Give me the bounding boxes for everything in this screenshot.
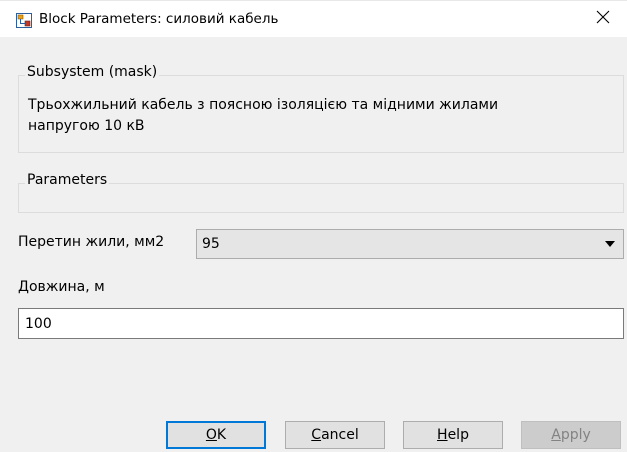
cross-section-value: 95 <box>202 236 220 252</box>
help-button-label: elp <box>447 427 469 443</box>
title-bar[interactable]: Block Parameters: силовий кабель <box>0 1 627 37</box>
help-button-mnemonic: H <box>437 427 448 443</box>
chevron-down-icon <box>605 241 615 247</box>
mask-group-legend: Subsystem (mask) <box>25 64 160 80</box>
description-line-1: Трьохжильний кабель з поясною ізоляцією … <box>28 97 499 113</box>
apply-button-mnemonic: A <box>551 427 561 443</box>
apply-button-label: pply <box>560 427 591 443</box>
length-input[interactable] <box>18 308 624 339</box>
length-label: Довжина, м <box>18 279 105 295</box>
cancel-button-label: ancel <box>321 427 359 443</box>
window-title: Block Parameters: силовий кабель <box>39 11 279 27</box>
parameters-group-legend: Parameters <box>25 172 110 188</box>
close-icon <box>596 10 610 28</box>
cross-section-label: Перетин жили, мм2 <box>18 234 165 250</box>
block-parameters-dialog: Block Parameters: силовий кабель Subsyst… <box>0 0 627 452</box>
description-line-2: напругою 10 кВ <box>28 118 145 134</box>
cancel-button-mnemonic: C <box>311 427 322 443</box>
cross-section-dropdown[interactable]: 95 <box>196 229 624 259</box>
simulink-block-icon <box>16 13 32 28</box>
ok-button-mnemonic: O <box>205 427 217 443</box>
ok-button[interactable]: OK <box>166 421 266 449</box>
cancel-button[interactable]: Cancel <box>285 421 385 449</box>
ok-button-label: K <box>216 427 227 443</box>
close-button[interactable] <box>583 5 623 33</box>
apply-button[interactable]: Apply <box>521 421 621 449</box>
help-button[interactable]: Help <box>403 421 503 449</box>
mask-description: Трьохжильний кабель з поясною ізоляцією … <box>28 95 608 137</box>
